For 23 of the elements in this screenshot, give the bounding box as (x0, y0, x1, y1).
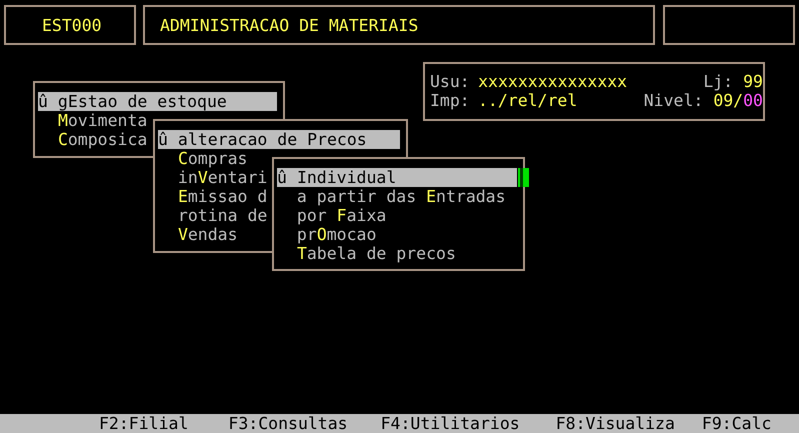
field-value: 09/00 (713, 91, 763, 110)
field-value: 99 (743, 72, 763, 91)
menu-item[interactable]: por Faixa (277, 206, 517, 225)
field-label: Imp: (430, 91, 471, 110)
field-value: xxxxxxxxxxxxxxx (478, 72, 628, 91)
function-key[interactable]: F3:Consultas (228, 414, 348, 433)
program-title: ADMINISTRACAO DE MATERIAIS (160, 16, 418, 35)
function-key[interactable]: F8:Visualiza (556, 414, 675, 433)
menu-item[interactable]: Tabela de precos (277, 244, 517, 263)
menu-item[interactable]: û alteracao de Precos (158, 130, 400, 149)
program-code: EST000 (42, 16, 102, 35)
menu-item[interactable]: û gEstao de estoque (38, 92, 277, 111)
function-key[interactable]: F9:Calc (702, 414, 772, 433)
menu-item[interactable]: û Individual (277, 168, 517, 187)
menu-item[interactable]: a partir das Entradas (277, 187, 517, 206)
field-label: Nivel: (642, 91, 704, 110)
menu-item[interactable]: prOmocao (277, 225, 517, 244)
field-label: Lj: (702, 72, 734, 91)
function-key[interactable]: F4:Utilitarios (380, 414, 520, 433)
cursor-block (518, 168, 529, 187)
function-key[interactable]: F2:Filial (99, 414, 188, 433)
field-label: Usu: (430, 72, 471, 91)
field-value: ../rel/rel (478, 91, 578, 110)
